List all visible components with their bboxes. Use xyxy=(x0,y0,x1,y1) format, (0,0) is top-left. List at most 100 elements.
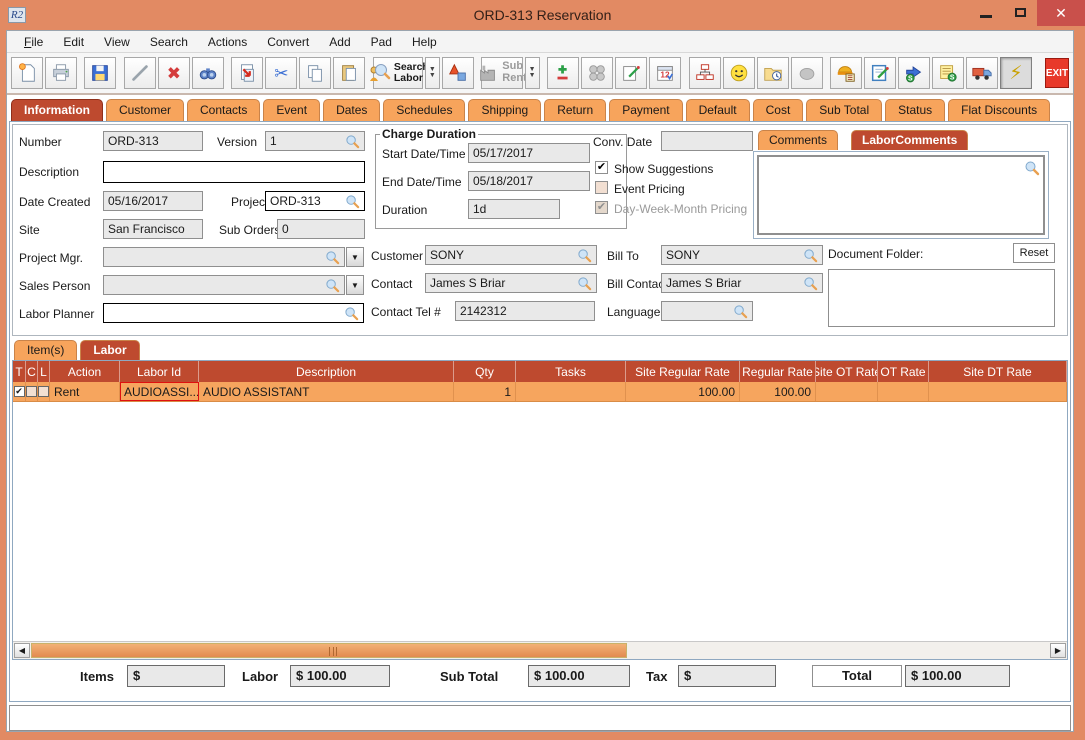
project-mgr-dropdown[interactable]: ▼ xyxy=(346,247,364,267)
quick-quote-button[interactable]: ⚡ xyxy=(1000,57,1032,89)
row-tasks-cell[interactable] xyxy=(516,382,626,401)
menu-file[interactable]: File xyxy=(15,33,52,51)
date-created-field[interactable]: 05/16/2017 xyxy=(103,191,203,211)
new-document-button[interactable] xyxy=(11,57,43,89)
col-header-l[interactable]: L xyxy=(38,361,50,382)
invoice-money-button[interactable]: S xyxy=(932,57,964,89)
col-header-regular-rate[interactable]: Regular Rate xyxy=(740,361,816,382)
sales-person-field[interactable] xyxy=(103,275,345,295)
col-header-labor-id[interactable]: Labor Id xyxy=(120,361,199,382)
tab-contacts[interactable]: Contacts xyxy=(187,99,260,121)
row-site-regular-rate-cell[interactable]: 100.00 xyxy=(626,382,740,401)
edit-notes-button[interactable] xyxy=(864,57,896,89)
minimize-button[interactable] xyxy=(969,0,1003,24)
tab-status[interactable]: Status xyxy=(885,99,945,121)
calendar-button[interactable]: 12 xyxy=(649,57,681,89)
tab-flat-discounts[interactable]: Flat Discounts xyxy=(948,99,1050,121)
row-c-checkbox[interactable] xyxy=(26,386,37,397)
menu-actions[interactable]: Actions xyxy=(199,33,256,51)
col-header-c[interactable]: C xyxy=(26,361,38,382)
row-qty-cell[interactable]: 1 xyxy=(454,382,516,401)
horizontal-scrollbar[interactable]: ◀ ▶ xyxy=(13,641,1067,659)
col-header-qty[interactable]: Qty xyxy=(454,361,516,382)
row-labor-id-cell[interactable]: AUDIOASSI... xyxy=(120,382,199,401)
maximize-button[interactable] xyxy=(1003,0,1037,24)
menu-add[interactable]: Add xyxy=(320,33,359,51)
menu-convert[interactable]: Convert xyxy=(258,33,318,51)
reset-button[interactable]: Reset xyxy=(1013,243,1055,263)
row-regular-rate-cell[interactable]: 100.00 xyxy=(740,382,816,401)
row-action-cell[interactable]: Rent xyxy=(50,382,120,401)
tab-cost[interactable]: Cost xyxy=(753,99,804,121)
edit-button[interactable] xyxy=(124,57,156,89)
bill-contact-field[interactable]: James S Briar xyxy=(661,273,823,293)
exit-button[interactable]: EXIT xyxy=(1045,58,1069,88)
disabled-key-button[interactable] xyxy=(791,57,823,89)
labor-comments-textarea[interactable] xyxy=(757,155,1045,235)
grid-row[interactable]: Rent AUDIOASSI... AUDIO ASSISTANT 1 100.… xyxy=(13,382,1067,402)
end-date-field[interactable]: 05/18/2017 xyxy=(468,171,590,191)
event-pricing-checkbox[interactable] xyxy=(595,181,608,194)
start-date-field[interactable]: 05/17/2017 xyxy=(468,143,590,163)
number-field[interactable]: ORD-313 xyxy=(103,131,203,151)
tab-sub-total[interactable]: Sub Total xyxy=(806,99,882,121)
feedback-button[interactable] xyxy=(723,57,755,89)
add-item-button[interactable] xyxy=(547,57,579,89)
tab-labor-comments[interactable]: LaborComments xyxy=(851,130,968,150)
cut-button[interactable]: ✂ xyxy=(265,57,297,89)
search-labor-button[interactable]: Search Labor xyxy=(373,57,423,89)
tab-return[interactable]: Return xyxy=(544,99,606,121)
tab-information[interactable]: Information xyxy=(11,99,103,121)
description-field[interactable] xyxy=(103,161,365,183)
site-field[interactable]: San Francisco xyxy=(103,219,203,239)
tab-dates[interactable]: Dates xyxy=(323,99,380,121)
delete-button[interactable]: ✖ xyxy=(158,57,190,89)
tab-labor[interactable]: Labor xyxy=(80,340,139,360)
project-field[interactable]: ORD-313 xyxy=(265,191,365,211)
show-suggestions-checkbox[interactable] xyxy=(595,161,608,174)
col-header-action[interactable]: Action xyxy=(50,361,120,382)
tab-customer[interactable]: Customer xyxy=(106,99,184,121)
scroll-left-button[interactable]: ◀ xyxy=(14,643,30,658)
tab-payment[interactable]: Payment xyxy=(609,99,682,121)
delivery-truck-button[interactable] xyxy=(966,57,998,89)
duration-field[interactable]: 1d xyxy=(468,199,560,219)
copy-to-clipboard-button[interactable] xyxy=(231,57,263,89)
contact-field[interactable]: James S Briar xyxy=(425,273,597,293)
menu-pad[interactable]: Pad xyxy=(362,33,401,51)
tab-shipping[interactable]: Shipping xyxy=(468,99,541,121)
bill-to-field[interactable]: SONY xyxy=(661,245,823,265)
copy-button[interactable] xyxy=(299,57,331,89)
close-button[interactable]: ✕ xyxy=(1037,0,1085,26)
tab-comments[interactable]: Comments xyxy=(758,130,838,150)
row-t-checkbox[interactable] xyxy=(14,386,25,397)
save-button[interactable] xyxy=(84,57,116,89)
menu-search[interactable]: Search xyxy=(141,33,197,51)
row-site-dt-rate-cell[interactable] xyxy=(929,382,1067,401)
row-ot-rate-cell[interactable] xyxy=(878,382,929,401)
scroll-right-button[interactable]: ▶ xyxy=(1050,643,1066,658)
folder-history-button[interactable] xyxy=(757,57,789,89)
tab-items[interactable]: Item(s) xyxy=(14,340,77,360)
money-transfer-button[interactable]: S xyxy=(898,57,930,89)
sub-rent-dropdown-button[interactable]: ▼▼ xyxy=(525,57,540,89)
col-header-site-regular-rate[interactable]: Site Regular Rate xyxy=(626,361,740,382)
document-folder-box[interactable] xyxy=(828,269,1055,327)
group-items-button[interactable] xyxy=(581,57,613,89)
language-field[interactable] xyxy=(661,301,753,321)
col-header-description[interactable]: Description xyxy=(199,361,454,382)
col-header-tasks[interactable]: Tasks xyxy=(516,361,626,382)
col-header-site-ot-rate[interactable]: Site OT Rate xyxy=(816,361,878,382)
sub-rent-button[interactable]: Sub Rent xyxy=(481,57,522,89)
tab-default[interactable]: Default xyxy=(686,99,750,121)
row-site-ot-rate-cell[interactable] xyxy=(816,382,878,401)
col-header-site-dt-rate[interactable]: Site DT Rate xyxy=(929,361,1067,382)
col-header-ot-rate[interactable]: OT Rate xyxy=(878,361,929,382)
print-button[interactable] xyxy=(45,57,77,89)
labor-crew-button[interactable] xyxy=(830,57,862,89)
version-field[interactable]: 1 xyxy=(265,131,365,151)
customer-field[interactable]: SONY xyxy=(425,245,597,265)
sub-orders-field[interactable]: 0 xyxy=(277,219,365,239)
sales-person-dropdown[interactable]: ▼ xyxy=(346,275,364,295)
scrollbar-thumb[interactable] xyxy=(31,643,627,658)
